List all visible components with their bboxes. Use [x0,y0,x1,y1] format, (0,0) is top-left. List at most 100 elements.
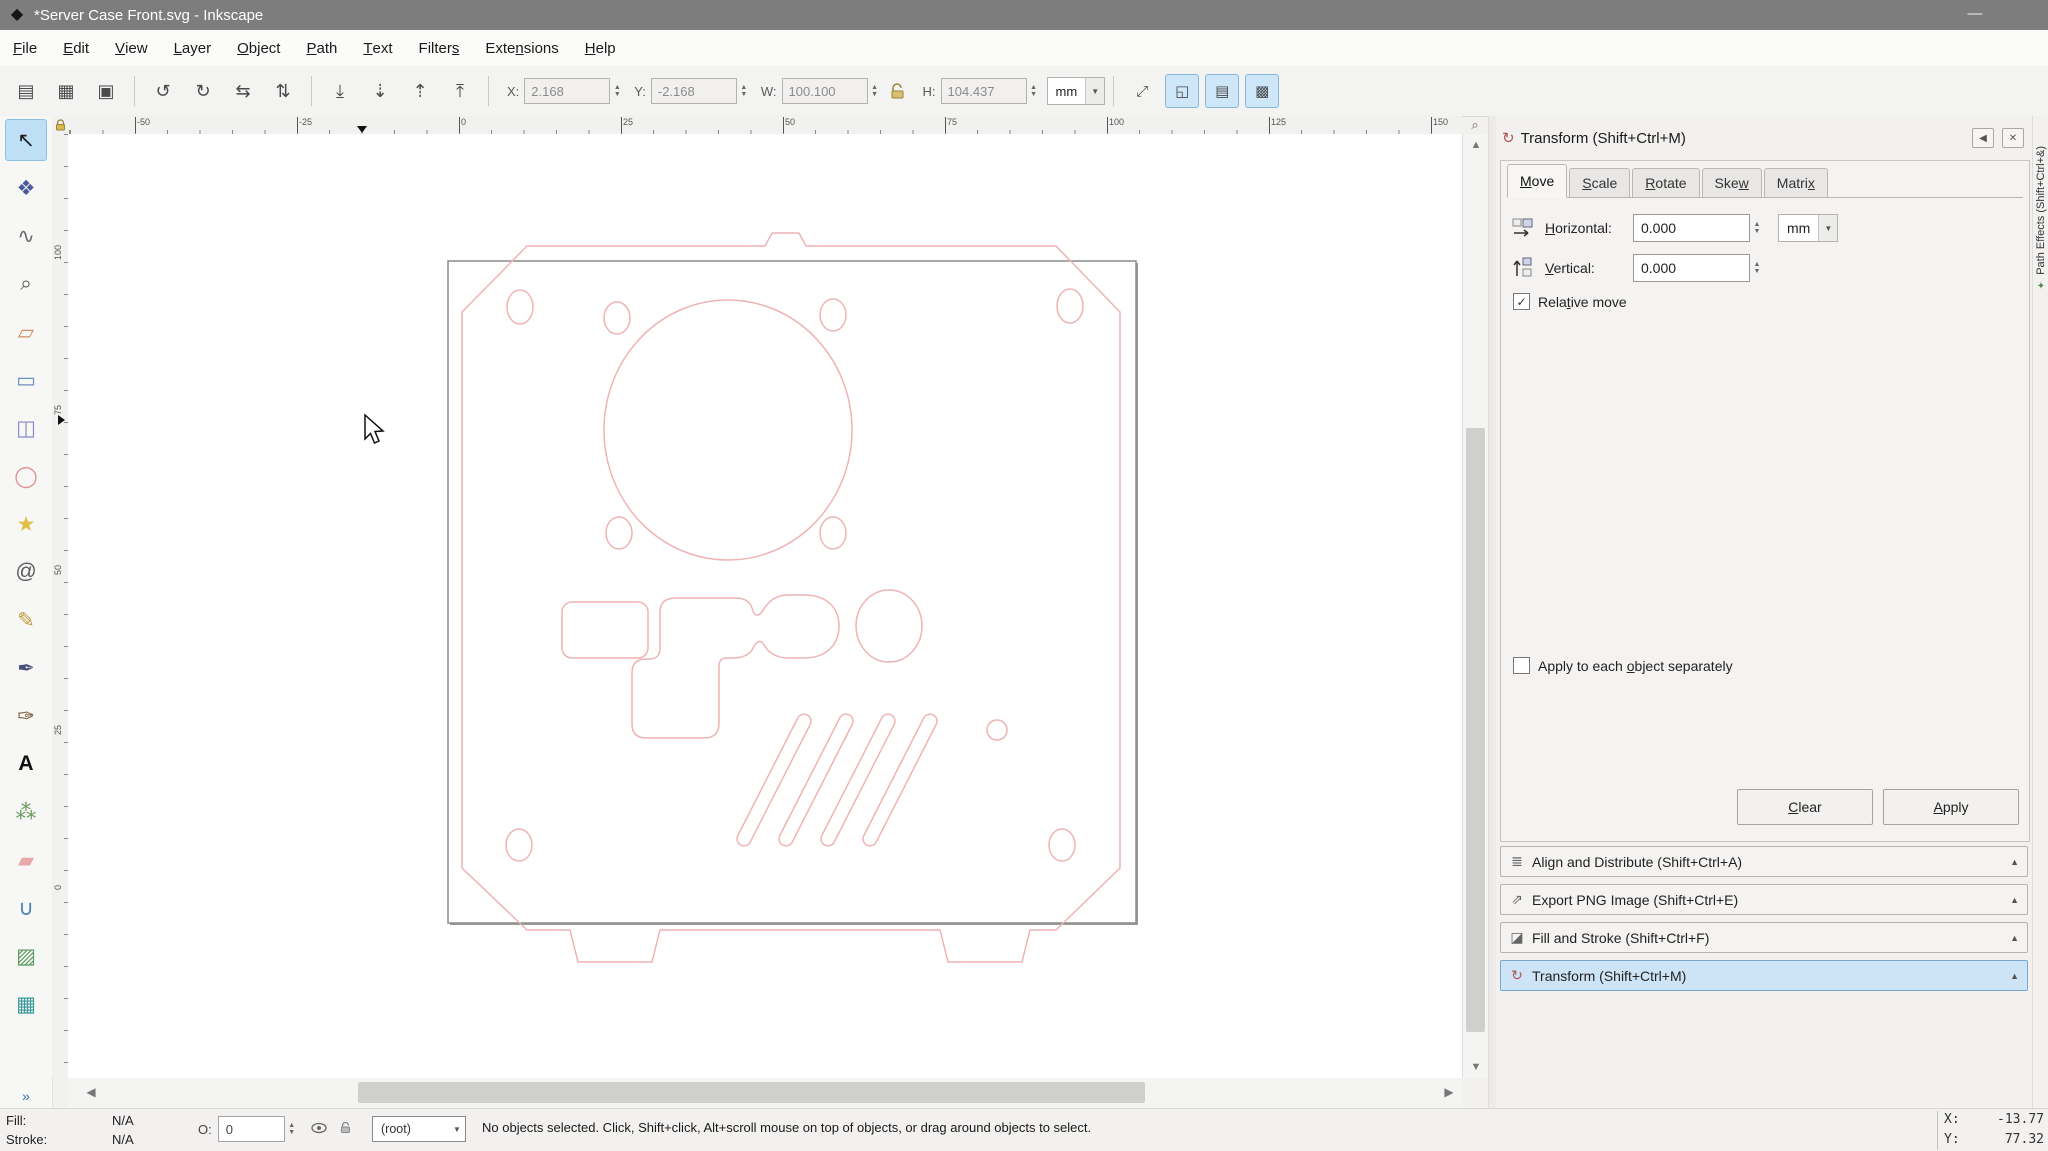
selector-tool[interactable]: ↖ [5,119,47,161]
minimize-button[interactable]: — [1958,0,1992,30]
ruler-lock-icon[interactable] [52,116,68,134]
tweak-tool[interactable]: ∿ [5,215,47,257]
tab-move[interactable]: Move [1507,164,1567,198]
horizontal-scroll-thumb[interactable] [358,1082,1145,1103]
spray-tool[interactable]: ⁂ [5,791,47,833]
zoom-tool[interactable]: ⌕ [5,263,47,305]
calligraphy-tool[interactable]: ✑ [5,695,47,737]
raise-icon[interactable]: ⇡ [403,74,437,108]
h-spinner[interactable]: ▲▼ [1027,78,1041,104]
x-spinner[interactable]: ▲▼ [610,78,624,104]
menu-item-view[interactable]: View [102,30,161,66]
collapse-arrow-icon[interactable]: ▲ [2010,933,2019,943]
scroll-up-icon[interactable]: ▲ [1463,134,1489,156]
tab-rotate[interactable]: Rotate [1632,168,1699,197]
menu-item-path[interactable]: Path [293,30,350,66]
relative-move-checkbox[interactable]: ✓ [1513,293,1530,310]
scale-corners-toggle[interactable]: ◱ [1165,74,1199,108]
gradient-tool[interactable]: ▨ [5,935,47,977]
current-layer-dropdown[interactable]: (root) ▼ [372,1116,466,1142]
toolbox-overflow-button[interactable]: » [0,1088,52,1104]
apply-each-checkbox[interactable] [1513,657,1530,674]
bucket-tool[interactable]: ∪ [5,887,47,929]
relative-move-row[interactable]: ✓ Relative move [1513,293,1627,310]
menu-item-layer[interactable]: Layer [161,30,225,66]
units-dropdown[interactable]: mm ▼ [1047,77,1106,105]
dock-bar-fill-stroke[interactable]: ◪Fill and Stroke (Shift+Ctrl+F)▲ [1500,922,2028,953]
text-tool[interactable]: A [5,743,47,785]
lock-ratio-icon[interactable] [890,83,905,99]
lower-to-bottom-icon[interactable]: ⤓ [323,74,357,108]
zoom-corner-icon[interactable]: ⌕ [1462,116,1488,134]
raise-to-top-icon[interactable]: ⤒ [443,74,477,108]
w-input[interactable]: 100.100 [782,78,868,104]
close-dialog-icon[interactable]: ✕ [2002,128,2024,148]
h-input[interactable]: 104.437 [941,78,1027,104]
apply-each-row[interactable]: Apply to each object separately [1513,657,1733,674]
tab-scale[interactable]: Scale [1569,168,1630,197]
node-tool[interactable]: ❖ [5,167,47,209]
pen-tool[interactable]: ✒ [5,647,47,689]
layer-visibility-icon[interactable] [311,1122,327,1137]
transform-gradients-toggle[interactable]: ▤ [1205,74,1239,108]
menu-item-text[interactable]: Text [350,30,405,66]
select-all-icon[interactable]: ▤ [9,74,43,108]
horizontal-spinner[interactable]: ▲▼ [1750,215,1764,241]
transform-patterns-toggle[interactable]: ▩ [1245,74,1279,108]
measure-tool[interactable]: ▱ [5,311,47,353]
menu-item-edit[interactable]: Edit [50,30,102,66]
mesh-tool[interactable]: ▦ [5,983,47,1025]
scale-stroke-toggle[interactable]: ⤢ [1125,74,1159,108]
rotate-cw-icon[interactable]: ↻ [186,74,220,108]
collapse-arrow-icon[interactable]: ▲ [2010,971,2019,981]
vertical-scrollbar[interactable]: ▲ ▼ [1462,134,1489,1078]
collapse-arrow-icon[interactable]: ▲ [2010,857,2019,867]
menu-item-file[interactable]: File [0,30,50,66]
spiral-tool[interactable]: @ [5,551,47,593]
fill-stroke-indicator[interactable]: Fill:N/A Stroke:N/A [6,1111,134,1149]
scroll-left-icon[interactable]: ◀ [80,1078,102,1108]
select-all-layers-icon[interactable]: ▦ [49,74,83,108]
w-spinner[interactable]: ▲▼ [868,78,882,104]
dock-bar-export-png[interactable]: ⇗Export PNG Image (Shift+Ctrl+E)▲ [1500,884,2028,915]
scroll-right-icon[interactable]: ▶ [1438,1078,1460,1108]
ellipse-tool[interactable]: ◯ [5,455,47,497]
y-input[interactable]: -2.168 [651,78,737,104]
collapse-arrow-icon[interactable]: ▲ [2010,895,2019,905]
deselect-icon[interactable]: ▣ [89,74,123,108]
menu-item-extensions[interactable]: Extensions [472,30,571,66]
clear-button[interactable]: Clear [1737,789,1873,825]
menu-item-help[interactable]: Help [572,30,629,66]
panel-units-dropdown[interactable]: mm ▼ [1778,214,1838,242]
vertical-scroll-thumb[interactable] [1466,428,1485,1032]
apply-button[interactable]: Apply [1883,789,2019,825]
dock-bar-align-distribute[interactable]: ≣Align and Distribute (Shift+Ctrl+A)▲ [1500,846,2028,877]
iconify-dialog-button[interactable]: ◀ [1972,128,1994,148]
flip-horizontal-icon[interactable]: ⇆ [226,74,260,108]
layer-lock-icon[interactable] [339,1121,352,1137]
opacity-spinner[interactable]: ▲▼ [285,1116,299,1142]
dock-bar-transform[interactable]: ↻Transform (Shift+Ctrl+M)▲ [1500,960,2028,991]
rectangle-tool[interactable]: ▭ [5,359,47,401]
vertical-spinner[interactable]: ▲▼ [1750,255,1764,281]
eraser-tool[interactable]: ▰ [5,839,47,881]
opacity-input[interactable]: 0 [218,1116,285,1142]
menu-item-object[interactable]: Object [224,30,293,66]
box3d-tool[interactable]: ◫ [5,407,47,449]
vertical-input[interactable]: 0.000 [1633,254,1750,282]
x-input[interactable]: 2.168 [524,78,610,104]
y-spinner[interactable]: ▲▼ [737,78,751,104]
rotate-ccw-icon[interactable]: ↺ [146,74,180,108]
pencil-tool[interactable]: ✎ [5,599,47,641]
tab-skew[interactable]: Skew [1702,168,1762,197]
horizontal-scrollbar[interactable]: ◀ ▶ [68,1078,1462,1108]
menu-item-filters[interactable]: Filters [406,30,473,66]
path-effects-tab[interactable]: Path Effects (Shift+Ctrl+&) ✦ [2034,146,2048,546]
lower-icon[interactable]: ⇣ [363,74,397,108]
tab-matrix[interactable]: Matrix [1764,168,1828,197]
flip-vertical-icon[interactable]: ⇅ [266,74,300,108]
canvas[interactable] [68,134,1462,1078]
star-tool[interactable]: ★ [5,503,47,545]
scroll-down-icon[interactable]: ▼ [1463,1056,1489,1078]
horizontal-input[interactable]: 0.000 [1633,214,1750,242]
